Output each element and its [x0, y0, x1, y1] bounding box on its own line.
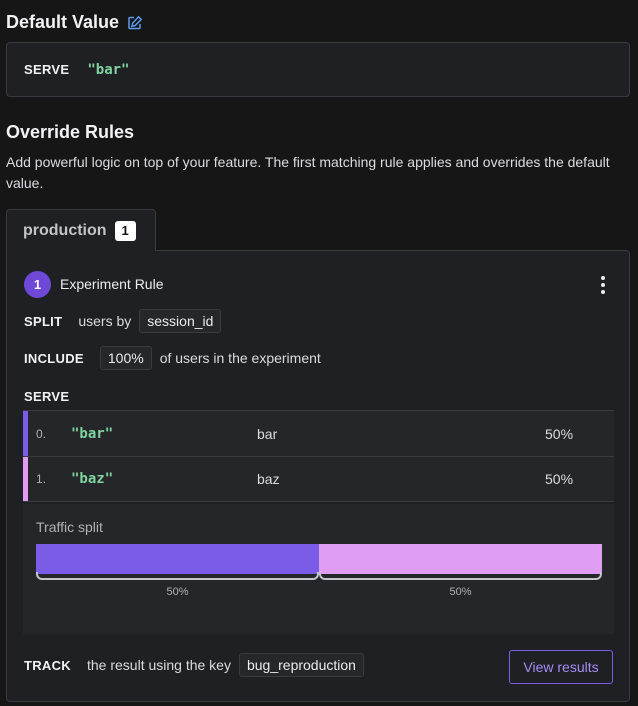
- traffic-segment-0: [36, 544, 319, 574]
- track-keyword: TRACK: [24, 657, 71, 673]
- variation-index: 1.: [36, 472, 47, 486]
- default-value-box: SERVE "bar": [6, 42, 630, 97]
- include-percent: 100%: [99, 346, 152, 370]
- include-suffix: of users in the experiment: [159, 350, 321, 366]
- tracking-key: bug_reproduction: [238, 653, 364, 677]
- traffic-segment-1: [319, 544, 602, 574]
- traffic-percent-labels: 50% 50%: [36, 586, 602, 598]
- rule-serve-keyword: SERVE: [24, 389, 70, 404]
- traffic-bracket-0: [36, 572, 319, 580]
- include-row: INCLUDE 100% of users in the experiment: [24, 346, 321, 370]
- variation-index: 0.: [36, 426, 47, 441]
- more-vertical-icon[interactable]: [597, 275, 609, 295]
- include-keyword: INCLUDE: [24, 350, 84, 366]
- tab-production[interactable]: production 1: [6, 209, 156, 251]
- variation-value: "baz": [71, 471, 114, 487]
- variation-percent: 50%: [545, 425, 574, 442]
- table-row: 0. "bar" bar 50%: [23, 410, 614, 456]
- traffic-bracket-1: [319, 572, 602, 580]
- variation-color: [23, 411, 28, 456]
- override-rules-title: Override Rules: [6, 122, 135, 142]
- variation-value: "bar": [71, 425, 114, 442]
- variation-percent: 50%: [545, 471, 574, 487]
- traffic-percent-0: 50%: [166, 586, 189, 598]
- rule-type-label: Experiment Rule: [60, 276, 164, 292]
- traffic-split-panel: Traffic split 50% 50%: [23, 504, 614, 634]
- traffic-split-bar: [36, 544, 602, 574]
- split-prefix: users by: [78, 313, 132, 329]
- variation-name: baz: [257, 471, 280, 487]
- default-value-title: Default Value: [6, 12, 120, 32]
- variations-list: 0. "bar" bar 50% 1. "baz" baz 50%: [23, 410, 614, 502]
- track-row: TRACK the result using the key bug_repro…: [24, 653, 372, 677]
- default-value-value: "bar": [87, 61, 130, 78]
- split-attribute: session_id: [139, 309, 222, 333]
- rule-panel: 1 Experiment Rule SPLIT users by session…: [6, 250, 630, 702]
- rule-count-badge: 1: [114, 220, 136, 241]
- traffic-split-label: Traffic split: [36, 519, 103, 535]
- rule-number-badge: 1: [24, 271, 51, 298]
- edit-icon[interactable]: [127, 15, 143, 31]
- split-row: SPLIT users by session_id: [24, 309, 229, 333]
- override-rules-description: Add powerful logic on top of your featur…: [6, 154, 610, 191]
- tab-label: production: [23, 221, 107, 239]
- split-keyword: SPLIT: [24, 313, 63, 329]
- variation-name: bar: [257, 425, 278, 442]
- view-results-button[interactable]: View results: [509, 650, 613, 684]
- traffic-brackets: [36, 572, 602, 582]
- track-prefix: the result using the key: [87, 657, 231, 673]
- traffic-percent-1: 50%: [449, 586, 472, 598]
- serve-row: SERVE: [24, 389, 85, 404]
- table-row: 1. "baz" baz 50%: [23, 456, 614, 502]
- serve-keyword: SERVE: [24, 62, 70, 77]
- default-value-header: Default Value: [6, 12, 143, 33]
- variation-color: [23, 457, 28, 501]
